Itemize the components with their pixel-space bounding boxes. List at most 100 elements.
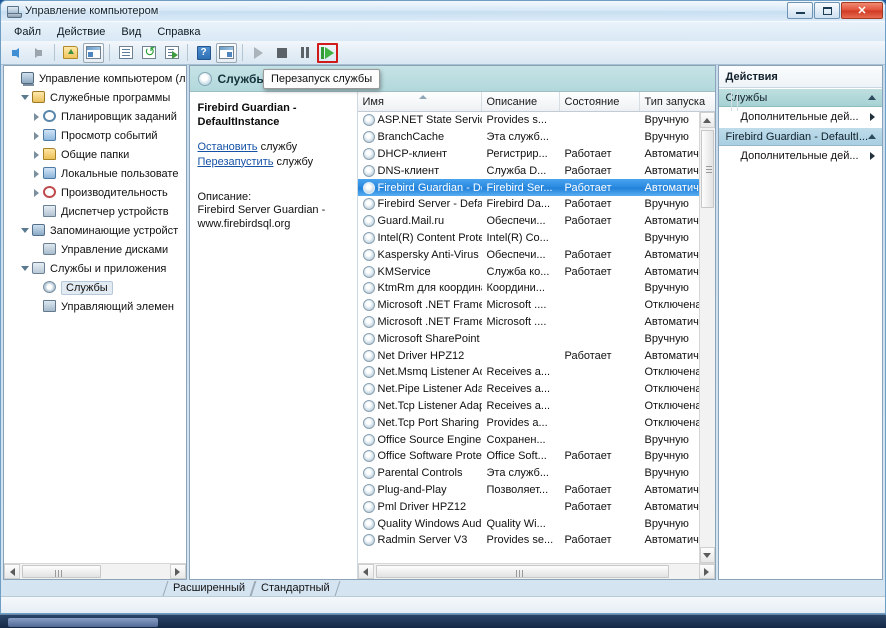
table-row[interactable]: Microsoft .NET Framew...Microsoft ....От… bbox=[358, 297, 715, 314]
table-row[interactable]: Net.Pipe Listener AdapterReceives a...От… bbox=[358, 381, 715, 398]
chevron-right-icon[interactable] bbox=[30, 150, 42, 159]
tree-item-9[interactable]: Управление дисками bbox=[6, 240, 186, 259]
tree-scroll-left-button[interactable] bbox=[4, 564, 20, 579]
chevron-down-icon[interactable] bbox=[19, 95, 31, 100]
folder-up-button[interactable] bbox=[60, 43, 81, 63]
services-list-rows[interactable]: ASP.NET State Service Provides s... Вручну… bbox=[357, 112, 715, 563]
table-row[interactable]: Plug-and-Play Позволяет... Работает Автомат… bbox=[358, 482, 715, 499]
actions-item-0-0[interactable]: Дополнительные дей... bbox=[719, 107, 882, 127]
forward-button[interactable] bbox=[28, 43, 49, 63]
restart-service-button[interactable] bbox=[317, 42, 338, 63]
actions-item-1-0[interactable]: Дополнительные дей... bbox=[719, 146, 882, 166]
column-header-logon-as[interactable]: Вход о bbox=[732, 92, 738, 111]
restore-button[interactable] bbox=[814, 2, 840, 19]
menu-view[interactable]: Вид bbox=[114, 24, 148, 40]
table-row[interactable]: Microsoft SharePoint W...ВручнуюЛокал bbox=[358, 330, 715, 347]
tree-item-8[interactable]: Запоминающие устройст bbox=[6, 221, 186, 240]
services-horizontal-scrollbar[interactable] bbox=[357, 563, 715, 579]
back-button[interactable] bbox=[5, 43, 26, 63]
table-row[interactable]: Office Software Protecti... Office Soft..… bbox=[358, 448, 715, 465]
column-header-state[interactable]: Состояние bbox=[560, 92, 640, 111]
table-row[interactable]: Radmin Server V3 Provides se... Работает Ав… bbox=[358, 532, 715, 549]
services-vertical-scrollbar[interactable] bbox=[698, 112, 715, 563]
list-scroll-right-button[interactable] bbox=[698, 564, 715, 579]
restart-service-link[interactable]: Перезапустить bbox=[198, 156, 274, 168]
chevron-down-icon[interactable] bbox=[19, 266, 31, 271]
table-row[interactable]: ASP.NET State Service Provides s... Вручну… bbox=[358, 112, 715, 129]
scroll-down-button[interactable] bbox=[699, 547, 715, 563]
services-list-header[interactable]: Имя Описание Состояние Тип запуска Вход … bbox=[357, 92, 738, 112]
tab-standard[interactable]: Стандартный bbox=[253, 581, 338, 596]
chevron-right-icon[interactable] bbox=[30, 188, 42, 197]
tree-scroll-right-button[interactable] bbox=[169, 564, 186, 579]
table-row[interactable]: Firebird Guardian - Def... Firebird Ser..… bbox=[357, 179, 715, 196]
chevron-right-icon[interactable] bbox=[30, 112, 42, 121]
column-header-startup-type[interactable]: Тип запуска bbox=[640, 92, 732, 111]
start-service-button[interactable] bbox=[248, 43, 269, 63]
table-row[interactable]: Firebird Server - Default... Firebird Da.… bbox=[358, 196, 715, 213]
table-row[interactable]: Net Driver HPZ12РаботаетАвтоматиче...Лок… bbox=[358, 347, 715, 364]
tree-scroll-thumb[interactable] bbox=[22, 565, 101, 578]
tree-item-11[interactable]: Службы bbox=[6, 278, 186, 297]
chevron-right-icon[interactable] bbox=[30, 131, 42, 140]
table-row[interactable]: DNS-клиент Служба D... Работает Автоматиче.… bbox=[358, 162, 715, 179]
table-row[interactable]: Pml Driver HPZ12РаботаетАвтоматиче...Лок… bbox=[358, 498, 715, 515]
menu-help[interactable]: Справка bbox=[150, 24, 207, 40]
menu-action[interactable]: Действие bbox=[50, 24, 112, 40]
actions-group-header-0[interactable]: Службы bbox=[718, 88, 882, 107]
tree-item-3[interactable]: Просмотр событий bbox=[6, 126, 186, 145]
tree-item-10[interactable]: Службы и приложения bbox=[6, 259, 186, 278]
properties-button[interactable] bbox=[115, 43, 136, 63]
tab-extended[interactable]: Расширенный bbox=[165, 581, 253, 596]
table-row[interactable]: Office Source EngineСохранен...ВручнуюЛо… bbox=[358, 431, 715, 448]
refresh-button[interactable] bbox=[138, 43, 159, 63]
table-row[interactable]: Parental ControlsЭта служб...ВручнуюЛока… bbox=[358, 465, 715, 482]
window-title-bar[interactable]: Управление компьютером ✕ bbox=[1, 1, 885, 22]
minimize-button[interactable] bbox=[787, 2, 813, 19]
column-header-description[interactable]: Описание bbox=[482, 92, 560, 111]
tree-item-4[interactable]: Общие папки bbox=[6, 145, 186, 164]
table-row[interactable]: BranchCacheЭта служб...ВручнуюСетева bbox=[358, 129, 715, 146]
chevron-down-icon[interactable] bbox=[19, 228, 31, 233]
table-row[interactable]: KtmRm для координат...Координи...Вручную… bbox=[358, 280, 715, 297]
stop-service-button[interactable] bbox=[271, 43, 292, 63]
tree-horizontal-scrollbar[interactable] bbox=[4, 563, 186, 579]
menu-file[interactable]: Файл bbox=[7, 24, 48, 40]
help-button[interactable]: ? bbox=[193, 43, 214, 63]
table-row[interactable]: KMService Служба ко... Работает Автоматиче.… bbox=[358, 263, 715, 280]
chevron-right-icon[interactable] bbox=[870, 152, 875, 160]
table-row[interactable]: Net.Tcp Port Sharing Se...Provides a...О… bbox=[358, 414, 715, 431]
vertical-scroll-thumb[interactable] bbox=[700, 130, 714, 208]
table-row[interactable]: Microsoft .NET Framew...Microsoft ....Ав… bbox=[358, 314, 715, 331]
list-scroll-left-button[interactable] bbox=[357, 564, 374, 579]
table-row[interactable]: Quality Windows Audio...Quality Wi...Вру… bbox=[358, 515, 715, 532]
tree-item-5[interactable]: Локальные пользовате bbox=[6, 164, 186, 183]
pause-service-button[interactable] bbox=[294, 43, 315, 63]
tree-item-7[interactable]: Диспетчер устройств bbox=[6, 202, 186, 221]
restart-service-action[interactable]: Перезапустить службу bbox=[198, 156, 349, 168]
stop-service-action[interactable]: Остановить службу bbox=[198, 141, 349, 153]
chevron-up-icon[interactable] bbox=[868, 95, 876, 100]
tree-item-0[interactable]: Управление компьютером (л bbox=[6, 69, 186, 88]
chevron-up-icon[interactable] bbox=[868, 134, 876, 139]
tree-scroll-track[interactable] bbox=[20, 564, 170, 579]
console-tree[interactable]: Управление компьютером (л Служебные прогр… bbox=[4, 66, 186, 563]
tree-item-2[interactable]: Планировщик заданий bbox=[6, 107, 186, 126]
close-button[interactable]: ✕ bbox=[841, 2, 883, 19]
show-console-tree-button[interactable] bbox=[83, 42, 104, 63]
list-scroll-thumb[interactable] bbox=[375, 565, 669, 578]
table-row[interactable]: Guard.Mail.ru Обеспечи... Работает Автомати… bbox=[358, 213, 715, 230]
tree-item-12[interactable]: Управляющий элемен bbox=[6, 297, 186, 316]
chevron-right-icon[interactable] bbox=[870, 113, 875, 121]
table-row[interactable]: Intel(R) Content Protect... Intel(R) Co..… bbox=[358, 230, 715, 247]
table-row[interactable]: Kaspersky Anti-Virus 6.0 Обеспечи... Работ… bbox=[358, 246, 715, 263]
actions-group-header-1[interactable]: Firebird Guardian - DefaultI... bbox=[718, 127, 882, 146]
chevron-right-icon[interactable] bbox=[30, 169, 42, 178]
table-row[interactable]: DHCP-клиент Регистрир... Работает Автоматич… bbox=[358, 146, 715, 163]
table-row[interactable]: Net.Tcp Listener AdapterReceives a...Отк… bbox=[358, 398, 715, 415]
table-row[interactable]: Net.Msmq Listener Ada...Receives a...Отк… bbox=[358, 364, 715, 381]
stop-service-link[interactable]: Остановить bbox=[198, 141, 258, 153]
tree-item-6[interactable]: Производительность bbox=[6, 183, 186, 202]
tree-item-1[interactable]: Служебные программы bbox=[6, 88, 186, 107]
scroll-up-button[interactable] bbox=[699, 112, 715, 128]
